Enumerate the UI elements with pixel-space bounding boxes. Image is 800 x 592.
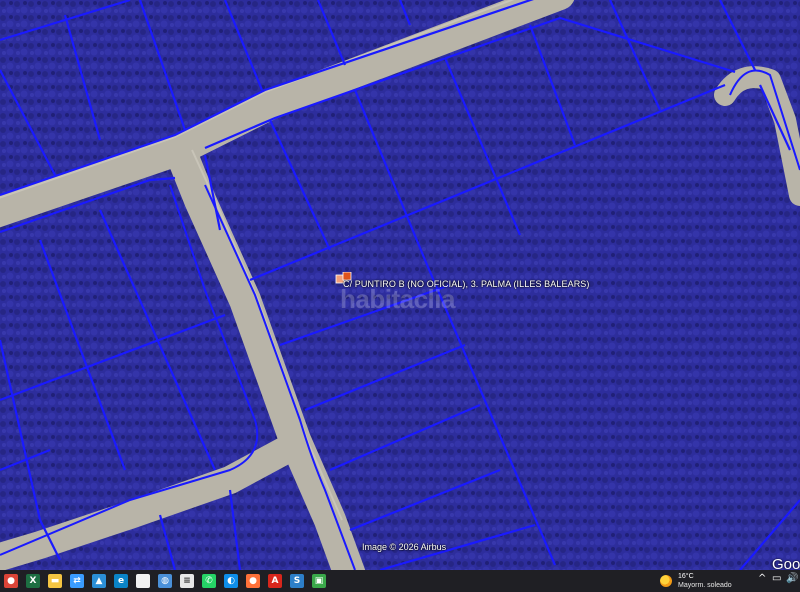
greenshot-icon[interactable]: ▣ xyxy=(312,574,326,588)
file-explorer-icon[interactable]: ▬ xyxy=(48,574,62,588)
acrobat-icon[interactable]: A xyxy=(268,574,282,588)
excel-icon[interactable]: X xyxy=(26,574,40,588)
network-icon[interactable]: ⇄ xyxy=(70,574,84,588)
chrome-icon[interactable]: ● xyxy=(4,574,18,588)
photos-icon[interactable]: ▲ xyxy=(92,574,106,588)
whatsapp-icon[interactable]: ✆ xyxy=(202,574,216,588)
weather-temperature: 16°C xyxy=(678,573,694,580)
battery-icon[interactable]: ▭ xyxy=(772,573,784,587)
imagery-attribution: Image © 2026 Airbus xyxy=(362,542,447,552)
notepad-icon[interactable]: ≡ xyxy=(180,574,194,588)
google-earth-icon[interactable]: ◍ xyxy=(158,574,172,588)
show-hidden-icons-icon[interactable]: ^ xyxy=(758,573,770,587)
watermark: habitaclia xyxy=(340,284,455,314)
document-icon[interactable] xyxy=(136,574,150,588)
volume-icon[interactable]: 🔊 xyxy=(786,573,798,587)
weather-widget[interactable]: 16°C Mayorm. soleado xyxy=(660,572,732,590)
weather-description: Mayorm. soleado xyxy=(678,582,732,589)
sun-icon xyxy=(660,575,672,587)
firefox-icon[interactable]: ● xyxy=(246,574,260,588)
satellite-map[interactable]: C/ PUNTIRO B (NO OFICIAL), 3. PALMA (ILL… xyxy=(0,0,800,591)
edge-icon[interactable]: e xyxy=(114,574,128,588)
teamviewer-icon[interactable]: ◐ xyxy=(224,574,238,588)
sharex-icon[interactable]: S xyxy=(290,574,304,588)
system-tray: ^ ▭ 🔊 xyxy=(756,573,798,587)
